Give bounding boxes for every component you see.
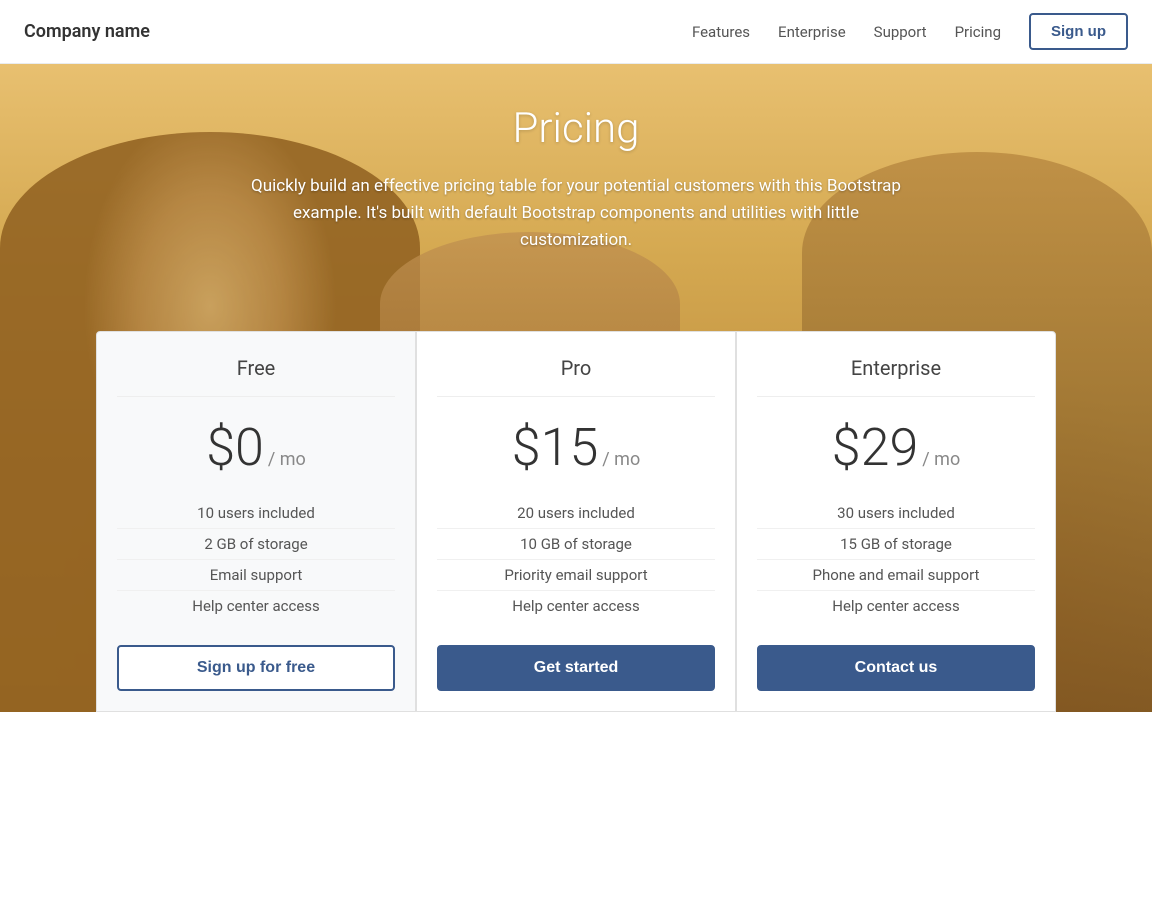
nav-support[interactable]: Support: [874, 23, 927, 41]
list-item: Phone and email support: [757, 560, 1035, 591]
nav-pricing[interactable]: Pricing: [955, 23, 1001, 41]
plan-enterprise-features: 30 users included 15 GB of storage Phone…: [757, 498, 1035, 621]
hero-title: Pricing: [226, 104, 926, 153]
plan-free-amount: $0: [206, 417, 264, 478]
enterprise-cta-button[interactable]: Contact us: [757, 645, 1035, 691]
plan-pro-price: $15 / mo: [437, 417, 715, 478]
nav-enterprise[interactable]: Enterprise: [778, 23, 846, 41]
plan-free-name: Free: [117, 356, 395, 397]
pricing-card-free: Free $0 / mo 10 users included 2 GB of s…: [96, 331, 416, 712]
plan-free-period: / mo: [268, 449, 306, 470]
plan-enterprise-amount: $29: [832, 417, 919, 478]
plan-pro-features: 20 users included 10 GB of storage Prior…: [437, 498, 715, 621]
free-cta-button[interactable]: Sign up for free: [117, 645, 395, 691]
list-item: 10 users included: [117, 498, 395, 529]
brand: Company name: [24, 21, 150, 42]
list-item: Priority email support: [437, 560, 715, 591]
hero-content: Pricing Quickly build an effective prici…: [226, 64, 926, 255]
signup-button[interactable]: Sign up: [1029, 13, 1128, 50]
nav-links: Features Enterprise Support Pricing Sign…: [692, 13, 1128, 50]
list-item: 2 GB of storage: [117, 529, 395, 560]
pricing-card-pro: Pro $15 / mo 20 users included 10 GB of …: [416, 331, 736, 712]
plan-enterprise-name: Enterprise: [757, 356, 1035, 397]
plan-free-features: 10 users included 2 GB of storage Email …: [117, 498, 395, 621]
pro-cta-button[interactable]: Get started: [437, 645, 715, 691]
plan-pro-amount: $15: [512, 417, 599, 478]
hero-section: Pricing Quickly build an effective prici…: [0, 64, 1152, 712]
plan-pro-name: Pro: [437, 356, 715, 397]
list-item: 20 users included: [437, 498, 715, 529]
plan-pro-period: / mo: [602, 449, 640, 470]
hero-subtitle: Quickly build an effective pricing table…: [226, 173, 926, 255]
list-item: 30 users included: [757, 498, 1035, 529]
list-item: Help center access: [757, 591, 1035, 621]
plan-enterprise-price: $29 / mo: [757, 417, 1035, 478]
list-item: Help center access: [117, 591, 395, 621]
pricing-card-enterprise: Enterprise $29 / mo 30 users included 15…: [736, 331, 1056, 712]
plan-enterprise-period: / mo: [922, 449, 960, 470]
nav-features[interactable]: Features: [692, 23, 750, 41]
plan-free-price: $0 / mo: [117, 417, 395, 478]
list-item: Email support: [117, 560, 395, 591]
list-item: 10 GB of storage: [437, 529, 715, 560]
list-item: Help center access: [437, 591, 715, 621]
navbar: Company name Features Enterprise Support…: [0, 0, 1152, 64]
list-item: 15 GB of storage: [757, 529, 1035, 560]
